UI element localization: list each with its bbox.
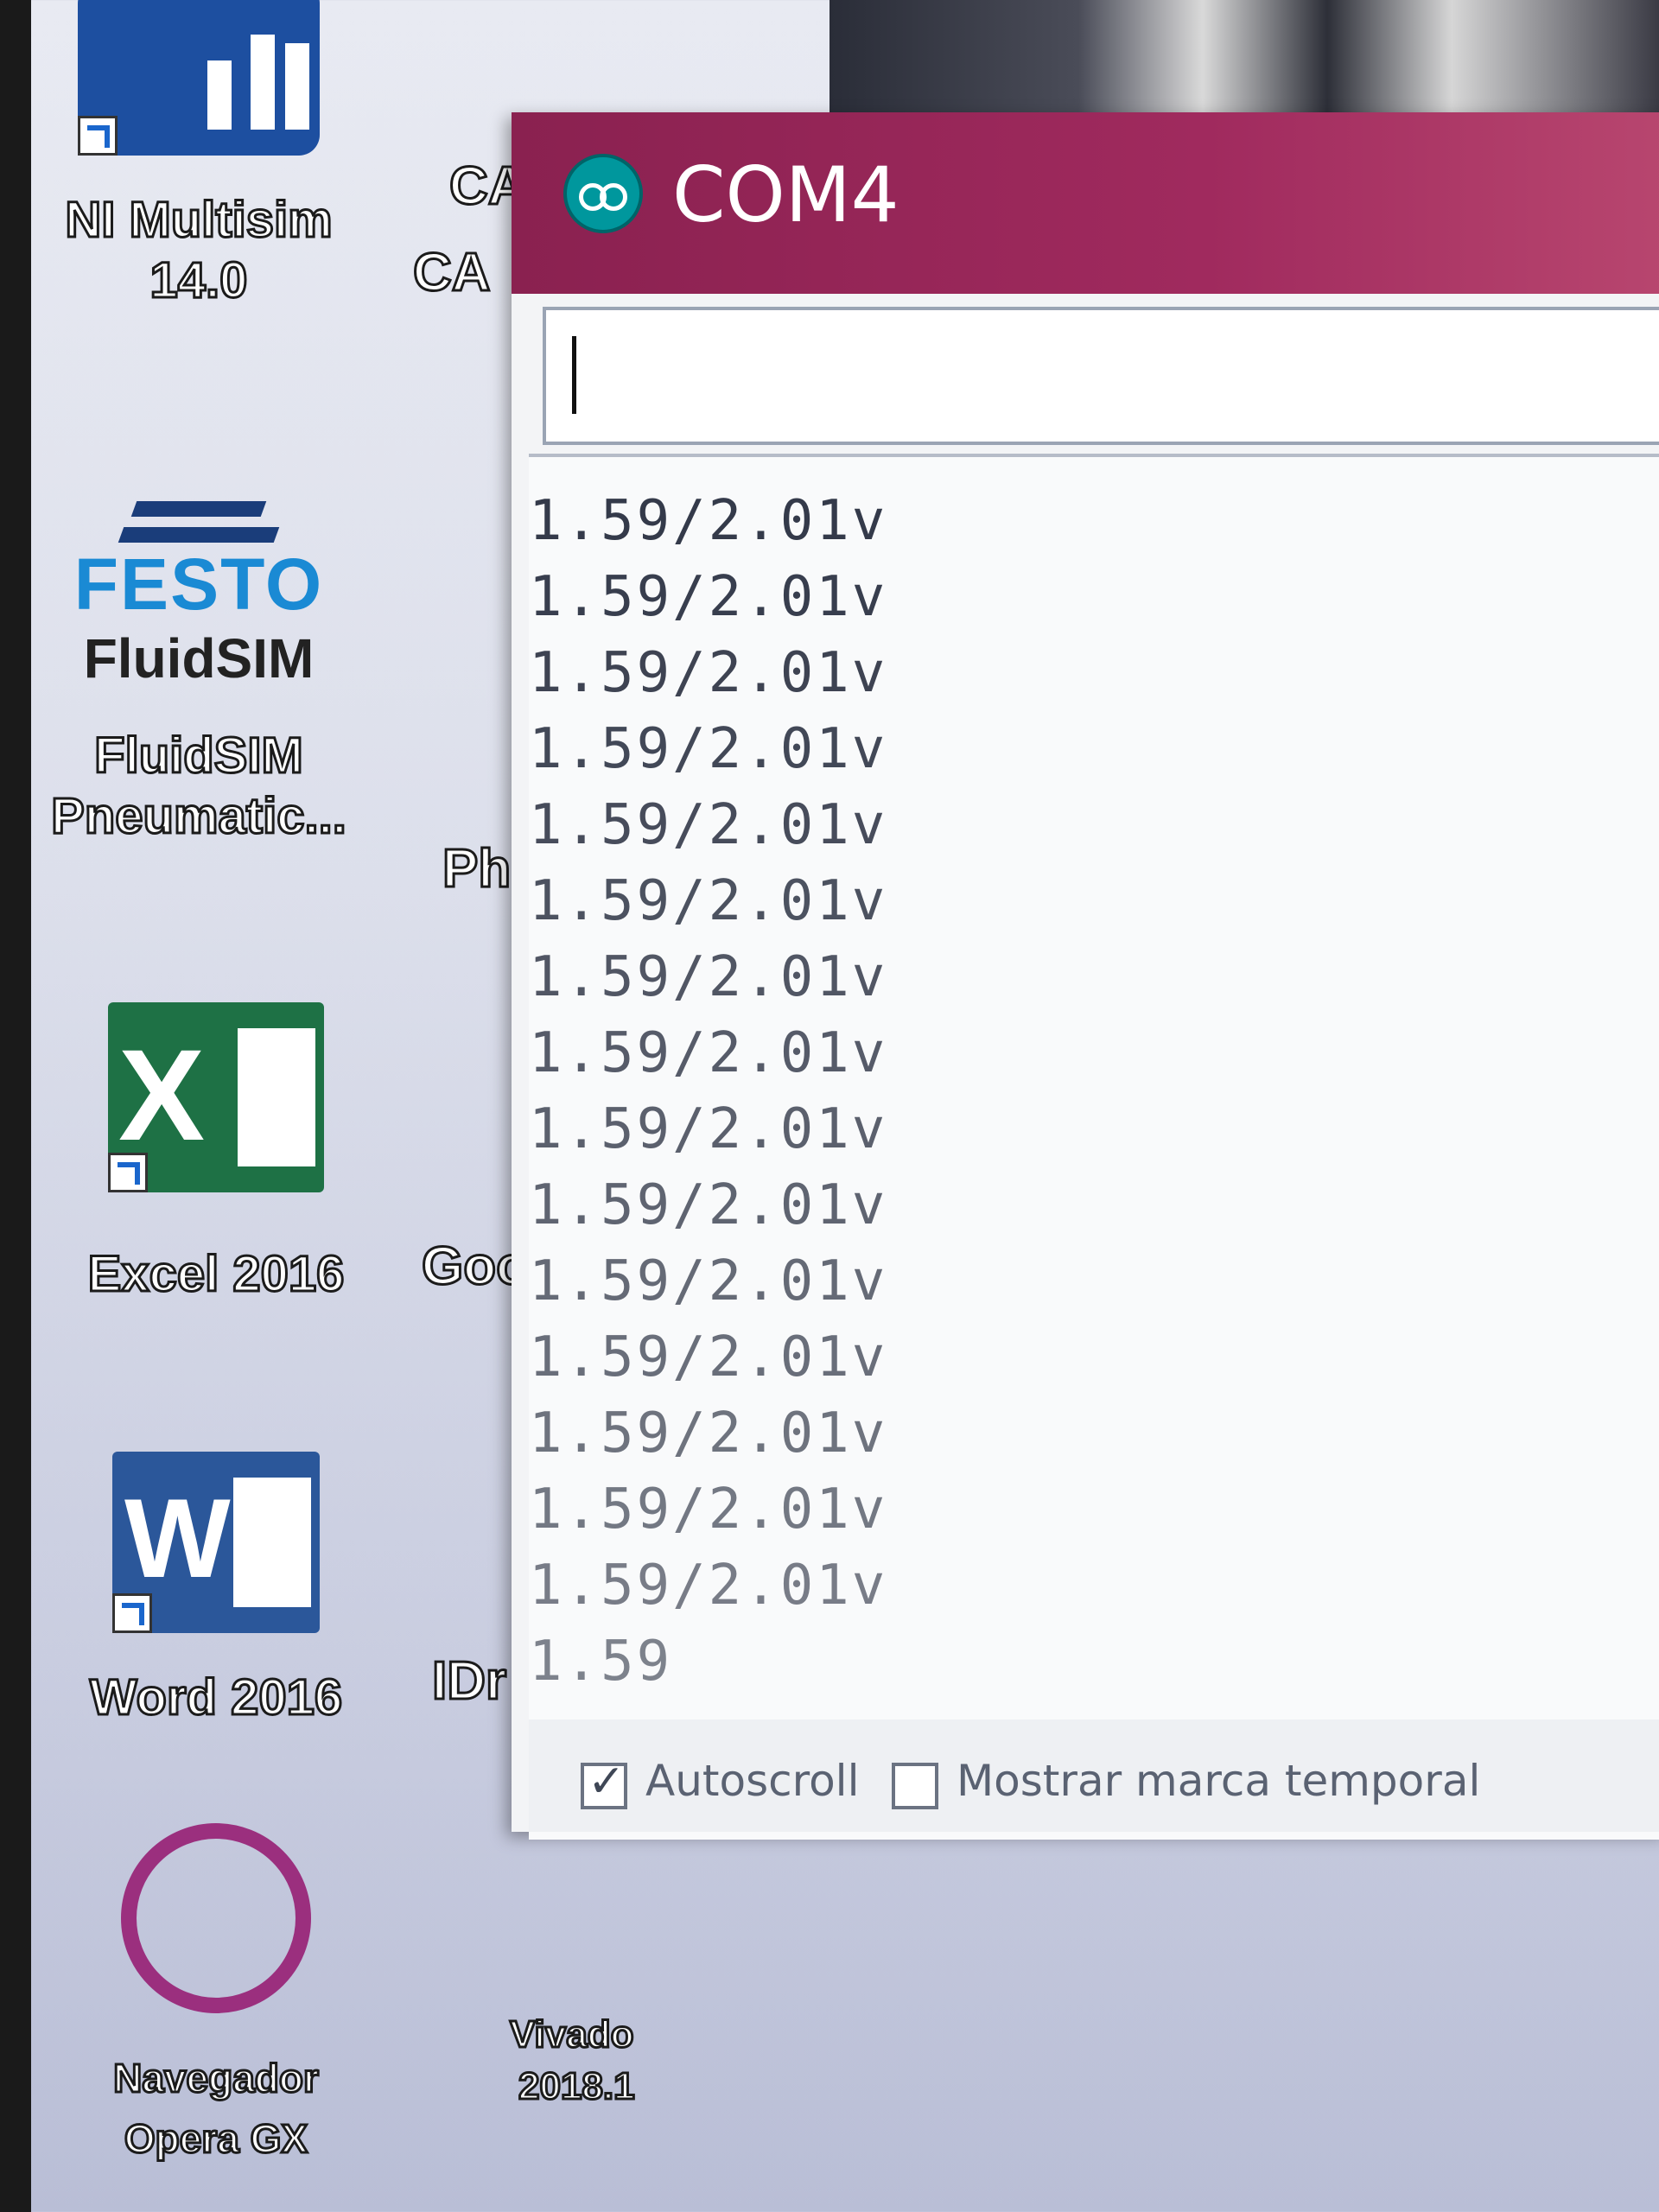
window-title: COM4 xyxy=(672,150,899,239)
output-line: 1.59 xyxy=(529,1630,673,1694)
timestamp-label: Mostrar marca temporal xyxy=(957,1756,1481,1806)
output-line: 1.59/2.01v xyxy=(529,717,888,781)
excel-icon: X xyxy=(108,1002,324,1192)
desktop-icon-label: 14.0 xyxy=(149,251,249,310)
desktop-icon-multisim[interactable]: NI Multisim 14.0 xyxy=(17,0,380,311)
desktop-icon-word[interactable]: W Word 2016 xyxy=(35,1452,397,1728)
window-titlebar[interactable]: COM4 xyxy=(512,112,1659,294)
word-icon: W xyxy=(112,1452,320,1633)
output-line: 1.59/2.01v xyxy=(529,945,888,1009)
output-line: 1.59/2.01v xyxy=(529,1554,888,1618)
text-caret xyxy=(572,336,576,414)
arduino-logo-icon xyxy=(563,154,643,233)
serial-monitor-window: COM4 1.59/2.01v 1.59/2.01v 1.59/2.01v 1.59/… xyxy=(512,112,1659,1840)
partial-icon-label: Ph xyxy=(441,838,512,900)
output-line: 1.59/2.01v xyxy=(529,1325,888,1389)
opera-gx-icon xyxy=(121,1823,311,2013)
output-lines: 1.59/2.01v 1.59/2.01v 1.59/2.01v 1.59/2.01v… xyxy=(529,483,887,1700)
partial-icon-label: CA xyxy=(412,242,493,304)
monitor-bezel xyxy=(0,0,31,2212)
output-line: 1.59/2.01v xyxy=(529,1478,888,1541)
autoscroll-label: Autoscroll xyxy=(645,1756,860,1806)
desktop-icon-label: Word 2016 xyxy=(88,1669,343,1727)
desktop-icon-label: FluidSIM xyxy=(93,727,305,785)
desktop-icon-label: Pneumatic... xyxy=(50,787,348,846)
serial-footer: Autoscroll Mostrar marca temporal xyxy=(529,1719,1659,1832)
shortcut-arrow-icon xyxy=(112,1593,152,1633)
desktop-icon-label: Excel 2016 xyxy=(86,1245,346,1304)
output-line: 1.59/2.01v xyxy=(529,1097,888,1161)
output-line: 1.59/2.01v xyxy=(529,641,888,705)
shortcut-arrow-icon xyxy=(108,1153,148,1192)
output-line: 1.59/2.01v xyxy=(529,489,888,553)
serial-send-input[interactable] xyxy=(543,307,1659,445)
excel-letter: X xyxy=(118,1022,206,1167)
fluidsim-logo-text: FluidSIM xyxy=(83,627,315,690)
output-line: 1.59/2.01v xyxy=(529,1402,888,1465)
output-line: 1.59/2.01v xyxy=(529,1173,888,1237)
desktop-icon-label: 2018.1 xyxy=(518,2064,637,2109)
output-line: 1.59/2.01v xyxy=(529,1249,888,1313)
word-letter: W xyxy=(124,1475,231,1601)
shortcut-arrow-icon xyxy=(78,116,118,156)
serial-output-area[interactable]: 1.59/2.01v 1.59/2.01v 1.59/2.01v 1.59/2.01v… xyxy=(529,454,1659,1840)
output-line: 1.59/2.01v xyxy=(529,869,888,933)
desktop-icon-label: Vivado xyxy=(508,2012,634,2057)
desktop-icon-label: Opera GX xyxy=(123,2115,308,2163)
desktop-icon-excel[interactable]: X Excel 2016 xyxy=(35,1002,397,1305)
autoscroll-checkbox[interactable] xyxy=(581,1756,627,1809)
desktop-icon-fluidsim[interactable]: FESTO FluidSIM FluidSIM Pneumatic... xyxy=(17,484,380,847)
timestamp-checkbox[interactable] xyxy=(892,1763,938,1809)
desktop-icon-label: Navegador xyxy=(112,2055,321,2102)
multisim-icon xyxy=(78,0,320,156)
background-window-strip xyxy=(830,0,1659,130)
output-line: 1.59/2.01v xyxy=(529,565,888,629)
festo-logo-text: FESTO xyxy=(73,543,324,625)
desktop-icon-label: NI Multisim xyxy=(64,191,334,250)
output-line: 1.59/2.01v xyxy=(529,1021,888,1085)
partial-icon-label: IDr xyxy=(430,1650,507,1713)
output-line: 1.59/2.01v xyxy=(529,793,888,857)
desktop-icon-opera-gx[interactable]: Navegador Opera GX xyxy=(35,1823,397,2169)
festo-icon: FESTO FluidSIM xyxy=(65,501,333,700)
